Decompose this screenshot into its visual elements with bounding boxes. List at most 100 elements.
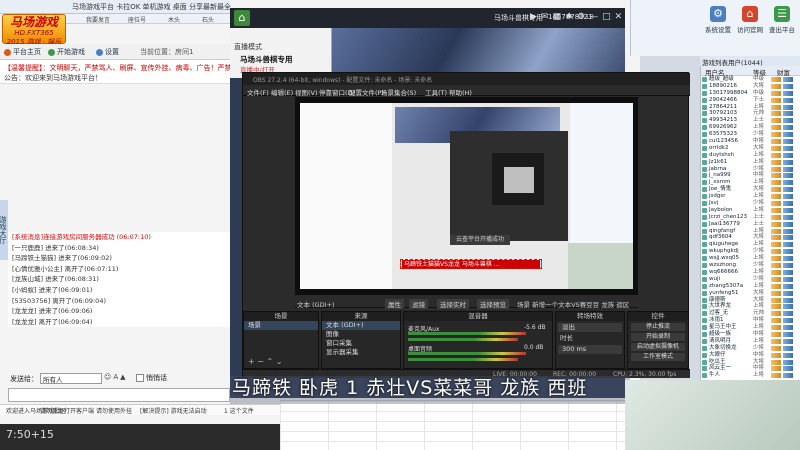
- user-row[interactable]: jsdgsr 上将: [701, 193, 800, 200]
- source-item[interactable]: 图像: [322, 330, 400, 339]
- user-avatar-icon: [702, 180, 707, 186]
- user-row[interactable]: 13017998804 中级: [701, 90, 800, 97]
- user-row[interactable]: Jaybolon 上将: [701, 207, 800, 214]
- user-row[interactable]: 63575323 少将: [701, 131, 800, 138]
- menu-tools[interactable]: 工具(T): [425, 87, 447, 97]
- user-row[interactable]: wkuphgkdj 少将: [701, 248, 800, 255]
- user-row[interactable]: 29042466 下士: [701, 97, 800, 104]
- recipient-select[interactable]: 所有人: [40, 373, 102, 384]
- user-row[interactable]: 超级一族 中将: [701, 331, 800, 338]
- studio-mode-button[interactable]: 工作室模式: [631, 353, 685, 361]
- menu-profile[interactable]: 配置文件(P): [349, 87, 384, 97]
- user-row[interactable]: 27864211 上将: [701, 104, 800, 111]
- level-badge-icon: [783, 269, 793, 275]
- start-recording-button[interactable]: 开始录制: [631, 333, 685, 341]
- menu-help[interactable]: 帮助(H): [449, 87, 472, 97]
- whisper-checkbox[interactable]: [136, 374, 144, 382]
- menu-view[interactable]: 视图(V): [295, 87, 318, 97]
- user-avatar-icon: [702, 90, 707, 96]
- wealth-badge-icon: [771, 90, 781, 96]
- user-row[interactable]: 星马王中王 上将: [701, 324, 800, 331]
- user-name: 13017998804: [709, 89, 748, 96]
- user-row[interactable]: Jaai136779 上士: [701, 221, 800, 228]
- user-row[interactable]: 超级_超级 中级: [701, 76, 800, 83]
- user-row[interactable]: orrldk2 大将: [701, 145, 800, 152]
- menu-edit[interactable]: 编辑(E): [271, 87, 293, 97]
- settings-icon[interactable]: ⚙: [577, 12, 585, 22]
- play-icon[interactable]: ▶: [530, 12, 537, 22]
- minimize-icon[interactable]: —: [589, 12, 598, 22]
- user-row[interactable]: wq666666 上将: [701, 269, 800, 276]
- user-row[interactable]: Jz1k61 上将: [701, 159, 800, 166]
- volume-slider[interactable]: [408, 338, 518, 341]
- virtual-camera-button[interactable]: 启动虚拟摄像机: [631, 343, 685, 351]
- user-row[interactable]: jabrna 少将: [701, 166, 800, 173]
- remove-icon[interactable]: −: [257, 357, 264, 366]
- user-row[interactable]: Jcrzi_chen123 上士: [701, 214, 800, 221]
- maximize-icon[interactable]: □: [602, 12, 611, 22]
- user-avatar-icon: [702, 228, 707, 234]
- user-row[interactable]: Joe_情鬼 大将: [701, 186, 800, 193]
- system-settings-button[interactable]: ⚙ 系统设置: [703, 6, 733, 34]
- source-selection-box[interactable]: [400, 259, 542, 269]
- source-item[interactable]: 文本 (GDI+): [322, 321, 400, 330]
- side-tab[interactable]: 游戏大厅: [0, 200, 8, 260]
- down-icon[interactable]: ⌄: [276, 357, 283, 366]
- add-icon[interactable]: +: [248, 357, 255, 366]
- home-icon[interactable]: ⌂: [234, 10, 250, 26]
- menu-file[interactable]: 文件(F): [247, 87, 269, 97]
- exit-platform-button[interactable]: ☰ 查出平台: [767, 6, 797, 34]
- color-icon[interactable]: ▲: [120, 373, 125, 384]
- user-row[interactable]: wzszhong 少将: [701, 262, 800, 269]
- user-avatar-icon: [702, 152, 707, 158]
- emoji-icon[interactable]: ☺: [104, 373, 111, 384]
- level-badge-icon: [783, 83, 793, 89]
- user-row[interactable]: wsjj.wsq05 上将: [701, 255, 800, 262]
- user-row[interactable]: 大眼仔 中将: [701, 352, 800, 359]
- user-avatar-icon: [702, 352, 707, 358]
- user-name: Jsvj: [709, 200, 719, 207]
- user-row[interactable]: cui123456 中将: [701, 138, 800, 145]
- level-badge-icon: [783, 187, 793, 193]
- user-row[interactable]: 18890216 大将: [701, 83, 800, 90]
- nav-tab-settings[interactable]: 设置: [96, 47, 119, 57]
- gamepad-icon[interactable]: ♠: [565, 12, 573, 22]
- user-row[interactable]: yunfeng51 大将: [701, 290, 800, 297]
- select-preview-button[interactable]: 选择预览: [477, 299, 509, 309]
- user-row[interactable]: qdf3604 大将: [701, 234, 800, 241]
- chat-input[interactable]: [8, 388, 230, 402]
- lobby-toolbar: ⚙ 系统设置 ⌂ 访问官网 ☰ 查出平台: [630, 0, 800, 56]
- filters-button[interactable]: 滤镜: [409, 299, 428, 309]
- user-row[interactable]: qingfangf 上将: [701, 228, 800, 235]
- visit-website-button[interactable]: ⌂ 访问官网: [735, 6, 765, 34]
- user-row[interactable]: qiuguhege 上将: [701, 241, 800, 248]
- user-row[interactable]: 49934213 上士: [701, 117, 800, 124]
- transition-select[interactable]: 淡出: [558, 323, 622, 332]
- nav-tab-home[interactable]: 平台主页: [4, 47, 41, 57]
- properties-button[interactable]: 属性: [385, 299, 404, 309]
- user-row[interactable]: 清风明月 上将: [701, 338, 800, 345]
- grid-icon[interactable]: ▦: [552, 12, 561, 22]
- duration-input[interactable]: 300 ms: [558, 345, 622, 354]
- user-row[interactable]: j_na999 中将: [701, 172, 800, 179]
- user-row[interactable]: 大象切换龙 少将: [701, 345, 800, 352]
- user-row[interactable]: zhang5307a 上将: [701, 283, 800, 290]
- nav-tab-play[interactable]: 开始游戏: [48, 47, 85, 57]
- close-icon[interactable]: ✕: [615, 12, 623, 22]
- source-item[interactable]: 窗口采集: [322, 339, 400, 348]
- select-live-button[interactable]: 选择实时: [437, 299, 469, 309]
- chat-icon[interactable]: ✉: [541, 12, 549, 22]
- user-row[interactable]: 牛人 上将: [701, 372, 800, 379]
- user-row[interactable]: 69926962 上将: [701, 124, 800, 131]
- user-row[interactable]: Jsvj 少将: [701, 200, 800, 207]
- volume-slider[interactable]: [408, 358, 518, 361]
- up-icon[interactable]: ⌃: [267, 357, 274, 366]
- user-row[interactable]: duytshsh 上将: [701, 152, 800, 159]
- font-icon[interactable]: A: [113, 373, 118, 384]
- user-row[interactable]: 30792103 元帅: [701, 110, 800, 117]
- menu-scene-collection[interactable]: 场景集合(S): [381, 87, 416, 97]
- source-item[interactable]: 显示器采集: [322, 348, 400, 357]
- user-row[interactable]: wuji 少将: [701, 276, 800, 283]
- stop-streaming-button[interactable]: 停止推流: [631, 323, 685, 331]
- scene-item[interactable]: 场景: [244, 321, 318, 330]
